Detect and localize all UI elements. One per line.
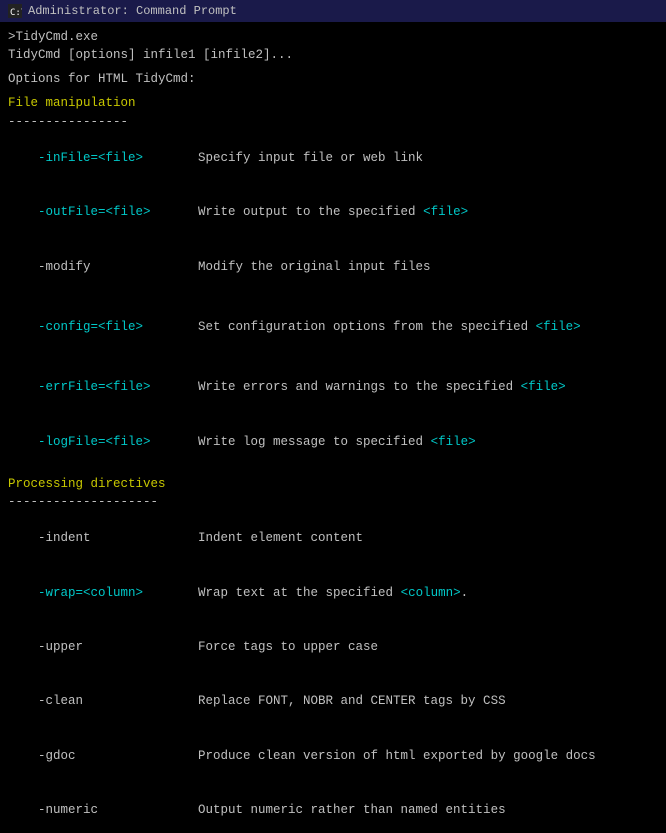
- proc-item-upper: -upperForce tags to upper case: [8, 620, 658, 674]
- file-manipulation-header: File manipulation: [8, 94, 658, 112]
- file-item-config: -config=<file>Set configuration options …: [8, 300, 658, 354]
- options-header: Options for HTML TidyCmd:: [8, 70, 658, 88]
- file-item-errfile: -errFile=<file>Write errors and warnings…: [8, 360, 658, 414]
- usage-line: TidyCmd [options] infile1 [infile2]...: [8, 46, 658, 64]
- proc-item-indent: -indentIndent element content: [8, 511, 658, 565]
- svg-text:C:\: C:\: [10, 8, 22, 18]
- file-item-outfile: -outFile=<file>Write output to the speci…: [8, 185, 658, 239]
- file-item-logfile: -logFile=<file>Write log message to spec…: [8, 415, 658, 469]
- title-text: Administrator: Command Prompt: [28, 4, 237, 18]
- prompt-line: >TidyCmd.exe: [8, 28, 658, 46]
- proc-item-numeric: -numericOutput numeric rather than named…: [8, 783, 658, 833]
- processing-directives-divider: --------------------: [8, 493, 658, 511]
- console: >TidyCmd.exe TidyCmd [options] infile1 […: [0, 22, 666, 833]
- processing-directives-header: Processing directives: [8, 475, 658, 493]
- proc-item-clean: -cleanReplace FONT, NOBR and CENTER tags…: [8, 674, 658, 728]
- proc-item-gdoc: -gdocProduce clean version of html expor…: [8, 729, 658, 783]
- title-bar: C:\ Administrator: Command Prompt: [0, 0, 666, 22]
- proc-item-wrap: -wrap=<column>Wrap text at the specified…: [8, 566, 658, 620]
- file-item-modify: -modifyModify the original input files: [8, 239, 658, 293]
- file-manipulation-divider: ----------------: [8, 113, 658, 131]
- file-item-infile: -inFile=<file>Specify input file or web …: [8, 131, 658, 185]
- cmd-icon: C:\: [8, 4, 22, 18]
